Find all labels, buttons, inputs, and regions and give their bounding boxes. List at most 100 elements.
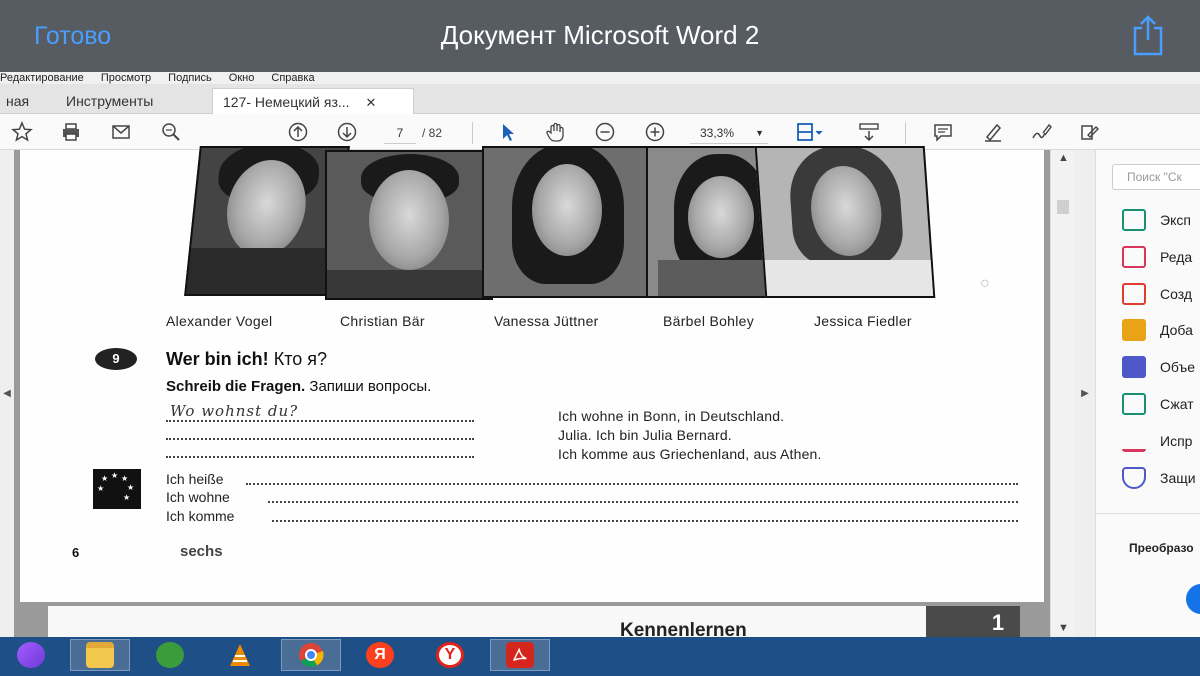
- menu-edit[interactable]: Редактирование: [0, 72, 84, 84]
- left-panel-toggle[interactable]: ◀: [0, 150, 14, 637]
- dotted-line: [268, 501, 1018, 503]
- fill-sign-icon[interactable]: [1076, 120, 1102, 144]
- tool-compress[interactable]: Сжат: [1122, 392, 1194, 416]
- tool-edit-pdf[interactable]: Реда: [1122, 245, 1192, 269]
- zoom-level-select[interactable]: 33,3% ▼: [690, 122, 768, 144]
- zoom-out-icon[interactable]: [592, 120, 618, 144]
- fill-line-label: Ich komme: [166, 508, 235, 524]
- menu-sign[interactable]: Подпись: [168, 72, 212, 84]
- tool-export-pdf[interactable]: Эксп: [1122, 208, 1191, 232]
- zoom-level-value: 33,3%: [700, 126, 735, 140]
- tool-create-pdf[interactable]: Созд: [1122, 282, 1192, 306]
- tool-label: Защи: [1160, 470, 1196, 486]
- toolbar: 7 / 82 33,3% ▼: [0, 114, 1200, 150]
- zoom-in-icon[interactable]: [642, 120, 668, 144]
- scroll-thumb[interactable]: [1057, 200, 1069, 214]
- file-explorer-icon[interactable]: [70, 639, 130, 671]
- toolbar-divider: [472, 122, 473, 144]
- screen: Готово Документ Microsoft Word 2 Редакти…: [0, 0, 1200, 676]
- faint-text: ○: [980, 275, 990, 292]
- document-title: Документ Microsoft Word 2: [440, 20, 760, 50]
- fit-page-icon[interactable]: [792, 120, 828, 144]
- select-arrow-icon[interactable]: [495, 120, 521, 144]
- name-label: Alexander Vogel: [166, 313, 273, 329]
- panel-divider: [1096, 513, 1200, 514]
- tool-label: Объе: [1160, 359, 1195, 375]
- fill-line-label: Ich wohne: [166, 489, 230, 505]
- tool-label: Эксп: [1160, 212, 1191, 228]
- close-icon[interactable]: ✕: [365, 95, 376, 110]
- tool-label: Созд: [1160, 286, 1193, 302]
- tool-fill-sign[interactable]: Испр: [1122, 429, 1192, 453]
- page-down-icon[interactable]: [334, 120, 360, 144]
- tab-document-label: 127- Немецкий яз...: [223, 94, 350, 110]
- vertical-scrollbar[interactable]: ▲ ▼: [1050, 150, 1075, 637]
- dotted-line: [272, 520, 1018, 522]
- exercise-title-ru: Кто я?: [273, 349, 327, 369]
- name-label: Bärbel Bohley: [663, 313, 755, 329]
- menu-bar: Редактирование Просмотр Подпись Окно Спр…: [0, 72, 1200, 84]
- yandex-icon[interactable]: Я: [350, 639, 410, 671]
- share-icon[interactable]: [1130, 14, 1166, 56]
- sign-icon[interactable]: [1028, 120, 1054, 144]
- page-number: 6: [72, 545, 80, 560]
- pdf-page: Alexander Vogel Christian Bär Vanessa Jü…: [20, 146, 1044, 602]
- comment-icon[interactable]: [930, 120, 956, 144]
- convert-button[interactable]: [1186, 584, 1200, 614]
- exercise-instruction: Schreib die Fragen. Запиши вопросы.: [166, 378, 431, 395]
- answer-line: Julia. Ich bin Julia Bernard.: [558, 427, 732, 443]
- chapter-number: 1: [926, 606, 1020, 637]
- page-up-icon[interactable]: [285, 120, 311, 144]
- exercise-title-de: Wer bin ich!: [166, 349, 269, 369]
- photo-vanessa: [482, 146, 650, 298]
- answer-line: Ich komme aus Griechenland, aus Athen.: [558, 446, 822, 462]
- vlc-icon[interactable]: [210, 639, 270, 671]
- scroll-up-icon[interactable]: ▲: [1051, 152, 1076, 164]
- menu-window[interactable]: Окно: [229, 72, 255, 84]
- menu-view[interactable]: Просмотр: [101, 72, 151, 84]
- name-label: Jessica Fiedler: [814, 313, 912, 329]
- tool-comment[interactable]: Доба: [1122, 318, 1193, 342]
- print-icon[interactable]: [58, 120, 84, 144]
- right-panel-toggle[interactable]: ▶: [1075, 150, 1095, 637]
- acrobat-icon[interactable]: [490, 639, 550, 671]
- eu-flag-icon: ★ ★ ★ ★ ★ ★: [93, 469, 141, 509]
- scroll-down-icon[interactable]: ▼: [1051, 622, 1076, 634]
- exercise-title: Wer bin ich! Кто я?: [166, 349, 327, 370]
- tool-label: Испр: [1160, 433, 1193, 449]
- tool-combine[interactable]: Объе: [1122, 355, 1195, 379]
- tool-label: Реда: [1160, 249, 1193, 265]
- tool-label: Сжат: [1160, 396, 1194, 412]
- mail-icon[interactable]: [108, 120, 134, 144]
- chrome-icon[interactable]: [281, 639, 341, 671]
- toolbar-divider: [905, 122, 906, 144]
- tool-protect[interactable]: Защи: [1122, 466, 1196, 490]
- windows-taskbar: Я Y: [0, 637, 1200, 676]
- star-icon[interactable]: [9, 120, 35, 144]
- ios-nav-bar: Готово Документ Microsoft Word 2: [0, 0, 1200, 72]
- tab-tools[interactable]: Инструменты: [56, 88, 163, 114]
- chevron-down-icon: ▼: [755, 128, 764, 138]
- tab-bar: ная Инструменты 127- Немецкий яз... ✕: [0, 84, 1200, 114]
- search-zoom-icon[interactable]: [158, 120, 184, 144]
- hand-icon[interactable]: [543, 120, 569, 144]
- tools-panel: Поиск "Ск Эксп Реда Созд Доба Объе Сжат …: [1095, 150, 1200, 637]
- dotted-line: [166, 456, 474, 458]
- tab-document[interactable]: 127- Немецкий яз... ✕: [212, 88, 414, 114]
- edit-pdf-icon: [1122, 246, 1146, 268]
- create-pdf-icon: [1122, 283, 1146, 305]
- security-app-icon[interactable]: [140, 639, 200, 671]
- highlight-icon[interactable]: [980, 120, 1006, 144]
- alice-icon[interactable]: [2, 639, 60, 671]
- scroll-mode-icon[interactable]: [856, 120, 882, 144]
- photo-jessica: [754, 146, 936, 298]
- fill-sign-icon: [1122, 430, 1146, 452]
- tab-home[interactable]: ная: [0, 88, 39, 114]
- combine-files-icon: [1122, 356, 1146, 378]
- tools-search-input[interactable]: Поиск "Ск: [1112, 164, 1200, 190]
- yandex-browser-icon[interactable]: Y: [420, 639, 480, 671]
- menu-help[interactable]: Справка: [271, 72, 314, 84]
- page-number-input[interactable]: 7: [384, 122, 416, 144]
- tool-label: Доба: [1160, 322, 1193, 338]
- shield-icon: [1122, 467, 1146, 489]
